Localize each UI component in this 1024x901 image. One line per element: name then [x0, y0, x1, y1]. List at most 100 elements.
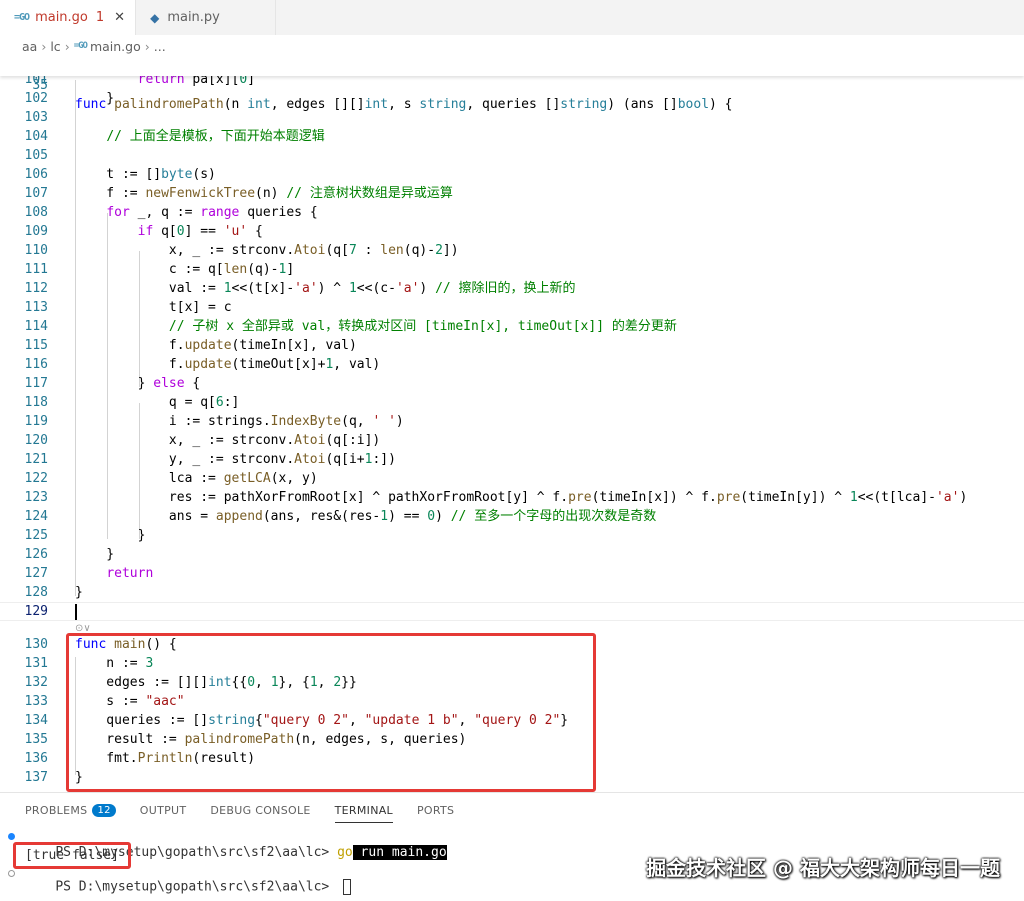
- code-text: lca := getLCA(x, y): [75, 471, 318, 486]
- tab-ports[interactable]: PORTS: [417, 793, 454, 827]
- line-number: 121: [24, 452, 48, 467]
- terminal-command-args: run main.go: [352, 845, 447, 860]
- breadcrumb-item[interactable]: lc: [50, 39, 60, 54]
- line-number: 128: [24, 585, 48, 600]
- code-line[interactable]: 118 q = q[6:]: [0, 393, 1024, 412]
- breadcrumb-item[interactable]: aa: [22, 39, 37, 54]
- code-text: func palindromePath(n int, edges [][]int…: [75, 97, 733, 112]
- code-line[interactable]: 105: [0, 146, 1024, 165]
- code-line[interactable]: 120 x, _ := strconv.Atoi(q[:i]): [0, 431, 1024, 450]
- line-number: 130: [24, 637, 48, 652]
- code-text: y, _ := strconv.Atoi(q[i+1:]): [75, 452, 396, 467]
- code-text: }: [75, 528, 146, 543]
- problems-count-badge: 12: [92, 803, 116, 817]
- tab-main-go[interactable]: =GO main.go 1 ✕: [0, 0, 137, 35]
- code-text: if q[0] == 'u' {: [137, 224, 263, 239]
- line-number: 125: [24, 528, 48, 543]
- code-line[interactable]: 123 res := pathXorFromRoot[x] ^ pathXorF…: [0, 488, 1024, 507]
- python-file-icon: ◆: [150, 10, 160, 25]
- line-number: 123: [24, 490, 48, 505]
- line-number: 120: [24, 433, 48, 448]
- problem-count-badge: 1: [95, 10, 105, 25]
- code-line[interactable]: 122 lca := getLCA(x, y): [0, 469, 1024, 488]
- code-editor[interactable]: 101 return pa[x][0] 102 } 103 104 // 上面全是模板…: [0, 57, 1024, 792]
- sticky-scroll-line[interactable]: 35 func palindromePath(n int, edges [][]…: [0, 57, 1024, 112]
- code-text: c := q[len(q)-1]: [75, 262, 295, 277]
- code-text: i := strings.IndexByte(q, ' '): [75, 414, 404, 429]
- code-line[interactable]: 124 ans = append(ans, res&(res-1) == 0) …: [0, 507, 1024, 526]
- main-func-highlight-box: [66, 633, 596, 792]
- code-line[interactable]: 109 if q[0] == 'u' {: [0, 222, 1024, 241]
- line-number: 137: [24, 770, 48, 785]
- code-line[interactable]: 119 i := strings.IndexByte(q, ' '): [0, 412, 1024, 431]
- line-number: 108: [24, 205, 48, 220]
- terminal-prompt-line[interactable]: PS D:\mysetup\gopath\src\sf2\aa\lc>: [24, 864, 352, 901]
- code-text: }: [75, 585, 83, 600]
- tab-label: TERMINAL: [334, 803, 393, 817]
- code-line[interactable]: 125 }: [0, 526, 1024, 545]
- line-number: 135: [24, 732, 48, 747]
- code-line[interactable]: 112 val := 1<<(t[x]-'a') ^ 1<<(c-'a') //…: [0, 279, 1024, 298]
- code-text: res := pathXorFromRoot[x] ^ pathXorFromR…: [75, 490, 968, 505]
- code-text: t[x] = c: [75, 300, 232, 315]
- code-text: x, _ := strconv.Atoi(q[:i]): [75, 433, 381, 448]
- code-line[interactable]: 121 y, _ := strconv.Atoi(q[i+1:]): [0, 450, 1024, 469]
- chevron-right-icon: ›: [41, 38, 47, 54]
- code-line[interactable]: 114 // 子树 x 全部异或 val，转换成对区间 [timeIn[x], …: [0, 317, 1024, 336]
- code-line[interactable]: 108 for _, q := range queries {: [0, 203, 1024, 222]
- code-line[interactable]: 117 } else {: [0, 374, 1024, 393]
- panel-tab-bar: PROBLEMS 12 OUTPUT DEBUG CONSOLE TERMINA…: [0, 793, 1024, 827]
- breadcrumb-item[interactable]: ...: [154, 39, 166, 54]
- code-line[interactable]: 129: [0, 602, 1024, 621]
- code-line[interactable]: 127 return: [0, 564, 1024, 583]
- code-line[interactable]: 128}: [0, 583, 1024, 602]
- text-caret: [75, 604, 77, 620]
- line-number: 132: [24, 675, 48, 690]
- code-text: ans = append(ans, res&(res-1) == 0) // 至…: [75, 509, 657, 524]
- line-number: 131: [24, 656, 48, 671]
- watermark: 掘金技术社区 @ 福大大架构师每日一题: [646, 856, 1000, 880]
- tab-label: PORTS: [416, 803, 455, 817]
- tab-main-py[interactable]: ◆ main.py: [136, 0, 277, 35]
- prompt-status-dot-icon[interactable]: [8, 870, 15, 877]
- code-text: f.update(timeOut[x]+1, val): [75, 357, 381, 372]
- line-number: 114: [24, 319, 48, 334]
- tab-label: PROBLEMS: [25, 803, 88, 817]
- tab-output[interactable]: OUTPUT: [140, 793, 187, 827]
- code-line[interactable]: 104 // 上面全是模板，下面开始本题逻辑: [0, 127, 1024, 146]
- code-line[interactable]: 113 t[x] = c: [0, 298, 1024, 317]
- line-number: 119: [24, 414, 48, 429]
- code-text: return: [106, 566, 154, 581]
- chevron-right-icon: ›: [144, 38, 150, 54]
- chevron-right-icon: ›: [64, 38, 70, 54]
- tab-label: main.go: [35, 10, 88, 25]
- tab-debug-console[interactable]: DEBUG CONSOLE: [210, 793, 310, 827]
- code-line[interactable]: 107 f := newFenwickTree(n) // 注意树状数组是异或运…: [0, 184, 1024, 203]
- go-file-icon: =GO: [73, 41, 88, 51]
- tab-terminal[interactable]: TERMINAL: [334, 793, 394, 827]
- code-line[interactable]: 116 f.update(timeOut[x]+1, val): [0, 355, 1024, 374]
- line-number: 106: [24, 167, 48, 182]
- line-number: 124: [24, 509, 48, 524]
- breadcrumb-item[interactable]: main.go: [90, 39, 141, 54]
- line-number: 136: [24, 751, 48, 766]
- terminal-cursor: [343, 879, 352, 895]
- editor-tab-bar: =GO main.go 1 ✕ ◆ main.py: [0, 0, 1024, 35]
- code-line[interactable]: 126 }: [0, 545, 1024, 564]
- line-number: 118: [24, 395, 48, 410]
- line-number: 107: [24, 186, 48, 201]
- line-number: 112: [24, 281, 48, 296]
- tab-label: DEBUG CONSOLE: [210, 803, 311, 817]
- tab-problems[interactable]: PROBLEMS 12: [25, 793, 116, 827]
- code-line[interactable]: 111 c := q[len(q)-1]: [0, 260, 1024, 279]
- terminal-command: go: [337, 845, 353, 860]
- command-success-dot-icon[interactable]: [8, 833, 15, 840]
- code-text: t := []byte(s): [75, 167, 216, 182]
- code-text: for _, q := range queries {: [106, 205, 318, 220]
- code-line[interactable]: 110 x, _ := strconv.Atoi(q[7 : len(q)-2]…: [0, 241, 1024, 260]
- code-line[interactable]: 115 f.update(timeIn[x], val): [0, 336, 1024, 355]
- code-text: // 上面全是模板，下面开始本题逻辑: [106, 129, 325, 144]
- code-line[interactable]: 106 t := []byte(s): [0, 165, 1024, 184]
- code-text: // 子树 x 全部异或 val，转换成对区间 [timeIn[x], time…: [168, 319, 677, 334]
- close-icon[interactable]: ✕: [114, 10, 125, 25]
